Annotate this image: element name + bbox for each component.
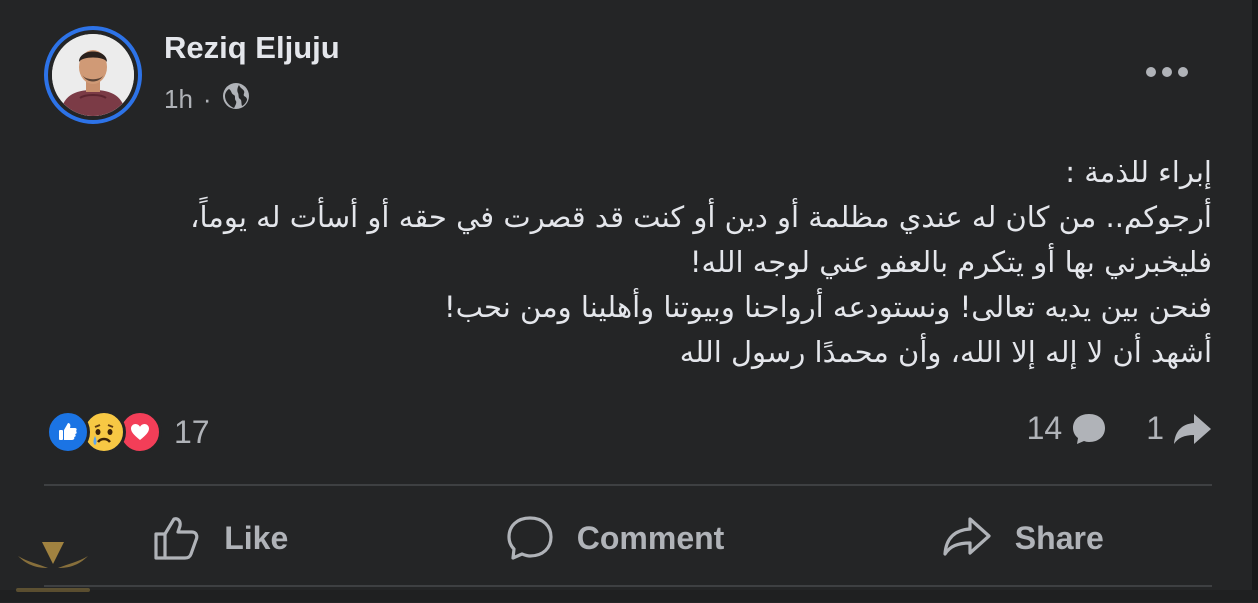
post-meta: 1h ·	[164, 82, 250, 117]
comment-button[interactable]: Comment	[485, 508, 745, 568]
share-icon	[943, 517, 991, 556]
bottom-divider	[44, 585, 1212, 587]
window-edge	[1252, 0, 1258, 602]
watermark-logo	[8, 534, 98, 598]
comment-label: Comment	[576, 519, 725, 556]
post-stats: 14 1	[1027, 410, 1214, 447]
post-text-line: أشهد أن لا إله إلا الله، وأن محمدًا رسول…	[679, 335, 1212, 369]
meta-separator: ·	[202, 84, 212, 114]
reactions-summary[interactable]: 17	[46, 408, 210, 456]
share-label: Share	[1014, 519, 1104, 556]
share-count[interactable]: 1	[1146, 410, 1214, 447]
divider	[44, 484, 1212, 486]
comment-count[interactable]: 14	[1027, 410, 1109, 447]
thumbs-up-icon	[154, 517, 199, 560]
globe-icon[interactable]	[222, 82, 250, 117]
post-time[interactable]: 1h	[164, 84, 193, 115]
comment-bubble-icon	[1073, 413, 1106, 444]
more-options-icon[interactable]	[1140, 54, 1194, 90]
share-arrow-icon	[1174, 413, 1211, 444]
comment-count-value: 14	[1026, 410, 1063, 446]
post-text-line: أرجوكم.. من كان له عندي مظلمة أو دين أو …	[190, 200, 1212, 234]
avatar-photo	[52, 34, 134, 116]
post-text: إبراء للذمة : أرجوكم.. من كان له عندي مظ…	[52, 150, 1212, 375]
author-name[interactable]: Reziq Eljuju	[164, 30, 340, 66]
comment-icon	[507, 516, 553, 560]
post-text-line: فليخبرني بها أو يتكرم بالعفو عني لوجه ال…	[689, 245, 1212, 279]
post-text-line: إبراء للذمة :	[1065, 155, 1212, 189]
like-button[interactable]: Like	[132, 508, 308, 568]
profile-avatar[interactable]	[44, 26, 142, 124]
reaction-count: 17	[174, 413, 210, 450]
action-bar: Like Comment Share	[44, 506, 1212, 570]
like-reaction-icon	[46, 410, 90, 454]
post-text-line: فنحن بين يديه تعالى! ونستودعه أرواحنا وب…	[443, 290, 1212, 324]
window-edge-bottom	[0, 590, 1258, 602]
share-count-value: 1	[1146, 410, 1164, 446]
like-label: Like	[224, 519, 289, 556]
share-button[interactable]: Share	[921, 508, 1124, 568]
